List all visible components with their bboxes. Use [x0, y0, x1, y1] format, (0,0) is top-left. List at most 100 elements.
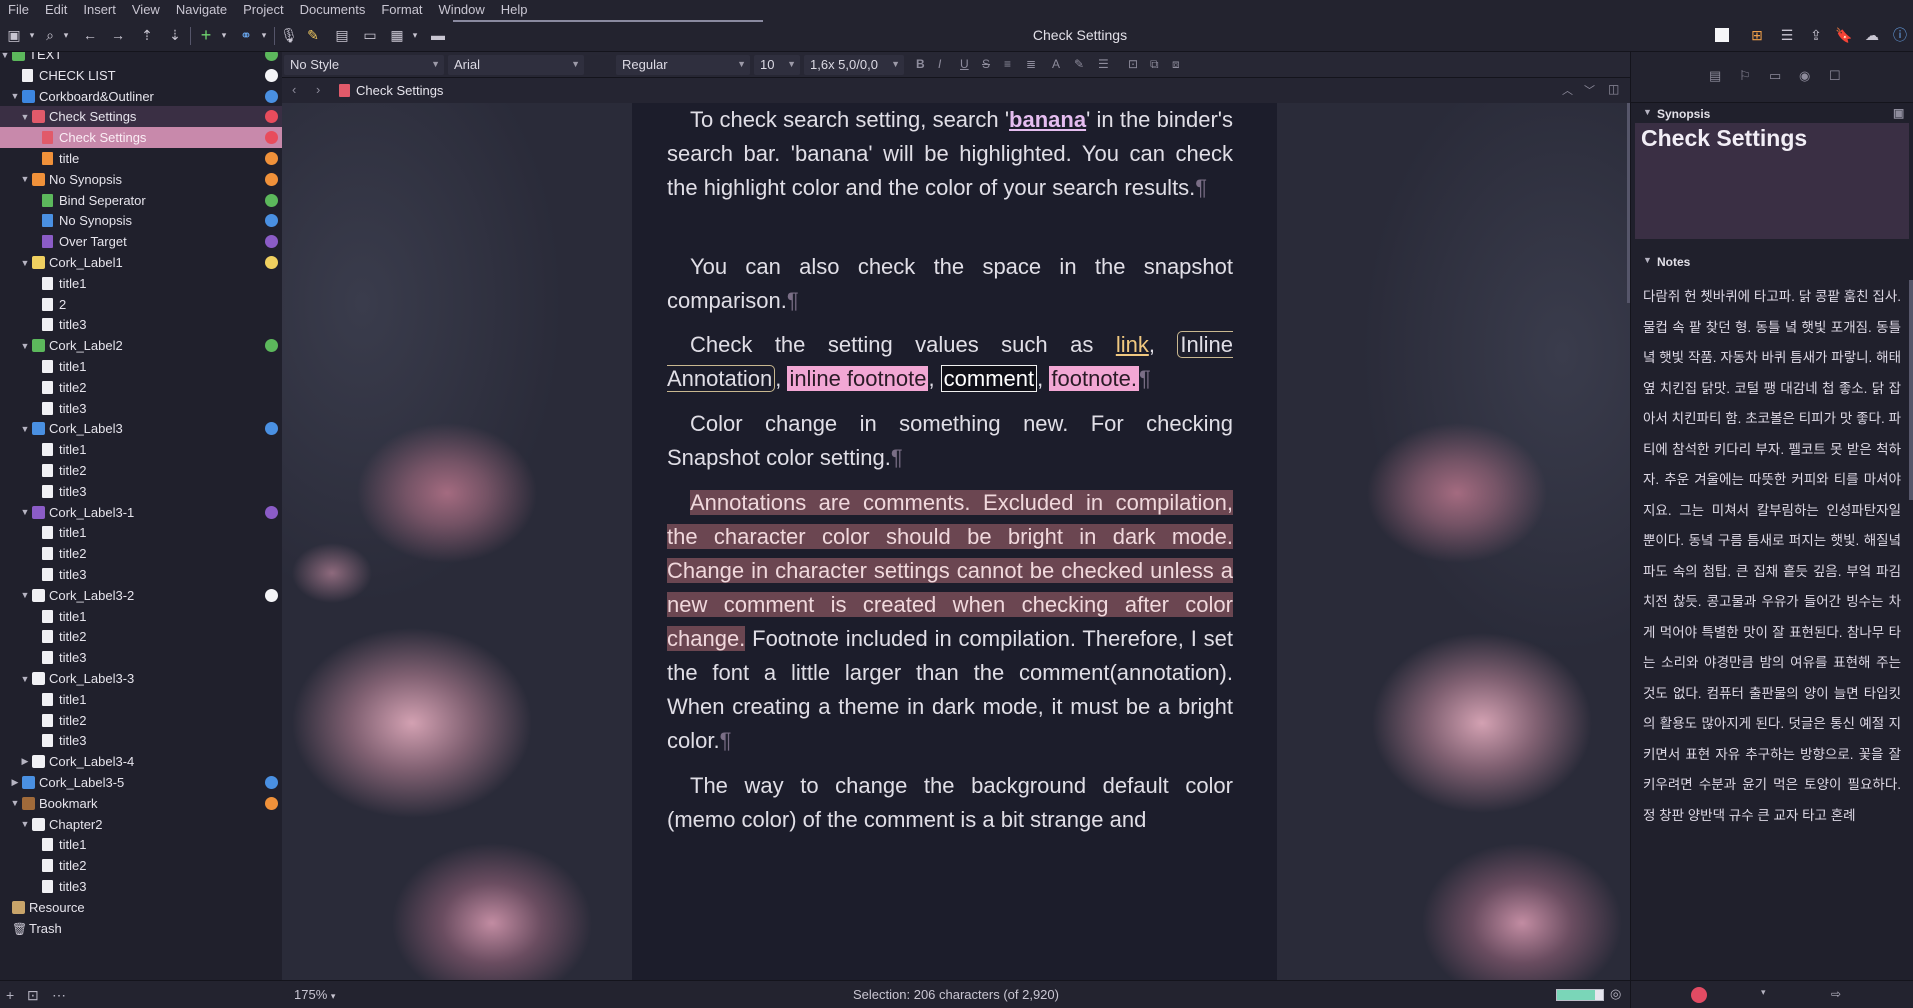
link-icon[interactable]: ⚭: [236, 25, 256, 45]
italic-button[interactable]: I: [938, 57, 941, 71]
tab-metadata-icon[interactable]: ▭: [1769, 68, 1781, 84]
notes-text[interactable]: 다람쥐 헌 쳇바퀴에 타고파. 닭 콩팥 훔친 집사. 물컵 속 팥 찾던 형.…: [1643, 282, 1901, 831]
synopsis-title[interactable]: Check Settings: [1641, 125, 1807, 152]
menu-window[interactable]: Window: [431, 2, 493, 17]
binder-item[interactable]: title2: [0, 626, 282, 647]
disclosure-expanded-icon[interactable]: ▼: [20, 174, 30, 184]
link-menu-chevron-icon[interactable]: ▾: [254, 25, 274, 45]
menu-insert[interactable]: Insert: [75, 2, 124, 17]
composition-menu-chevron-icon[interactable]: ▾: [405, 25, 425, 45]
binder-item[interactable]: title2: [0, 460, 282, 481]
notes-header[interactable]: ▼ Notes: [1631, 252, 1913, 271]
add-folder-icon[interactable]: ⊡: [27, 987, 39, 1004]
binder-item[interactable]: title1: [0, 689, 282, 710]
menu-navigate[interactable]: Navigate: [168, 2, 235, 17]
previous-document-icon[interactable]: ︿: [1562, 82, 1573, 98]
binder-item[interactable]: title3: [0, 564, 282, 585]
binder-item[interactable]: ▶ Cork_Label3-4: [0, 751, 282, 772]
binder-item[interactable]: CHECK LIST: [0, 65, 282, 86]
next-document-icon[interactable]: ﹀: [1584, 82, 1595, 98]
notes-scrollbar[interactable]: [1909, 280, 1913, 500]
comment-marker[interactable]: comment: [940, 365, 1038, 392]
disclosure-expanded-icon[interactable]: ▼: [10, 798, 20, 808]
synopsis-box[interactable]: Check Settings: [1635, 123, 1909, 239]
binder-item[interactable]: ▼ Check Settings: [0, 106, 282, 128]
more-options-icon[interactable]: ⋯: [52, 987, 66, 1004]
search-menu-chevron-icon[interactable]: ▾: [56, 25, 76, 45]
highlight-button[interactable]: ✎: [1074, 57, 1084, 71]
binder-item[interactable]: title1: [0, 522, 282, 543]
disclosure-collapsed-icon[interactable]: ▶: [10, 777, 20, 788]
tab-bookmarks-icon[interactable]: ⚐: [1739, 68, 1751, 84]
chevron-down-icon[interactable]: ▾: [1761, 987, 1766, 998]
menu-help[interactable]: Help: [493, 2, 536, 17]
menu-edit[interactable]: Edit: [37, 2, 75, 17]
binder-item[interactable]: ▼ Cork_Label3-1: [0, 502, 282, 523]
editor-icon[interactable]: ▤: [332, 25, 352, 45]
scrivenings-icon[interactable]: [1715, 28, 1729, 42]
binder-item[interactable]: title3: [0, 481, 282, 502]
lock-icon[interactable]: ⇨: [1831, 987, 1841, 1001]
add-menu-chevron-icon[interactable]: ▾: [214, 25, 234, 45]
binder-item[interactable]: Over Target: [0, 231, 282, 252]
binder-item[interactable]: ▼ Corkboard&Outliner: [0, 86, 282, 107]
binder-item[interactable]: ▶ Cork_Label3-5: [0, 772, 282, 793]
paragraph-5[interactable]: Annotations are comments. Excluded in co…: [667, 486, 1233, 758]
disclosure-expanded-icon[interactable]: ▼: [20, 112, 30, 122]
style-select[interactable]: No Style ▼: [284, 55, 444, 75]
synopsis-header[interactable]: ▼ Synopsis ▣: [1631, 104, 1913, 123]
list-button[interactable]: ☰: [1098, 57, 1109, 71]
binder-item[interactable]: title1: [0, 834, 282, 855]
disclosure-expanded-icon[interactable]: ▼: [20, 424, 30, 434]
menu-format[interactable]: Format: [373, 2, 430, 17]
binder-item[interactable]: title1: [0, 273, 282, 294]
editor-area[interactable]: To check search setting, search 'banana'…: [282, 103, 1630, 980]
binder-item[interactable]: ▼ Cork_Label2: [0, 335, 282, 356]
binder-item[interactable]: ▼ Cork_Label3: [0, 418, 282, 439]
target-icon[interactable]: ◎: [1610, 986, 1621, 1002]
binder-item[interactable]: title1: [0, 606, 282, 627]
view-mode-icon[interactable]: ▬: [428, 25, 448, 45]
paragraph-2[interactable]: You can also check the space in the snap…: [667, 250, 1233, 318]
binder-item[interactable]: title3: [0, 730, 282, 751]
binder-item[interactable]: title3: [0, 876, 282, 897]
binder-item[interactable]: title2: [0, 377, 282, 398]
split-editor-icon[interactable]: ◫: [1608, 82, 1619, 96]
disclosure-expanded-icon[interactable]: ▼: [0, 52, 10, 60]
binder-item[interactable]: title1: [0, 356, 282, 377]
binder-item[interactable]: title2: [0, 855, 282, 876]
image-toggle-icon[interactable]: ▣: [1893, 106, 1904, 120]
tab-snapshots-icon[interactable]: ◉: [1799, 68, 1810, 84]
image-button[interactable]: ⊡: [1128, 57, 1138, 71]
tab-notes-icon[interactable]: ▤: [1709, 68, 1721, 84]
binder-item[interactable]: Bind Seperator: [0, 190, 282, 211]
binder-item[interactable]: Check Settings: [0, 127, 282, 149]
disclosure-expanded-icon[interactable]: ▼: [20, 819, 30, 829]
nav-forward-icon[interactable]: ›: [316, 82, 320, 97]
menu-project[interactable]: Project: [235, 2, 291, 17]
label-color-dot[interactable]: [1691, 987, 1707, 1003]
binder-item[interactable]: ▼ Cork_Label1: [0, 252, 282, 273]
footnote-marker[interactable]: footnote.: [1049, 366, 1140, 391]
inline-footnote[interactable]: inline footnote: [787, 366, 929, 391]
paragraph-4[interactable]: Color change in something new. For check…: [667, 407, 1233, 475]
line-spacing-select[interactable]: 1,6x 5,0/0,0 ▼: [804, 55, 904, 75]
layout-icon[interactable]: ▭: [360, 25, 380, 45]
outliner-icon[interactable]: ☰: [1777, 25, 1797, 45]
binder-item[interactable]: title3: [0, 314, 282, 335]
align-left-button[interactable]: ≡: [1004, 57, 1011, 71]
binder-item[interactable]: 🗑 Trash: [0, 918, 282, 939]
paragraph-3[interactable]: Check the setting values such as link, I…: [667, 328, 1233, 396]
binder-toggle-icon[interactable]: ▣: [4, 25, 24, 45]
add-item-icon[interactable]: +: [6, 987, 14, 1003]
binder-item[interactable]: No Synopsis: [0, 210, 282, 231]
disclosure-expanded-icon[interactable]: ▼: [20, 341, 30, 351]
move-down-icon[interactable]: ⇣: [165, 25, 185, 45]
editor-page[interactable]: To check search setting, search 'banana'…: [632, 103, 1277, 980]
binder-item[interactable]: ▼ Chapter2: [0, 814, 282, 835]
table-button[interactable]: ⧉: [1150, 57, 1159, 72]
forward-icon[interactable]: →: [108, 25, 128, 45]
nav-back-icon[interactable]: ‹: [292, 82, 296, 97]
disclosure-expanded-icon[interactable]: ▼: [20, 507, 30, 517]
edit-icon[interactable]: ✎: [303, 25, 323, 45]
